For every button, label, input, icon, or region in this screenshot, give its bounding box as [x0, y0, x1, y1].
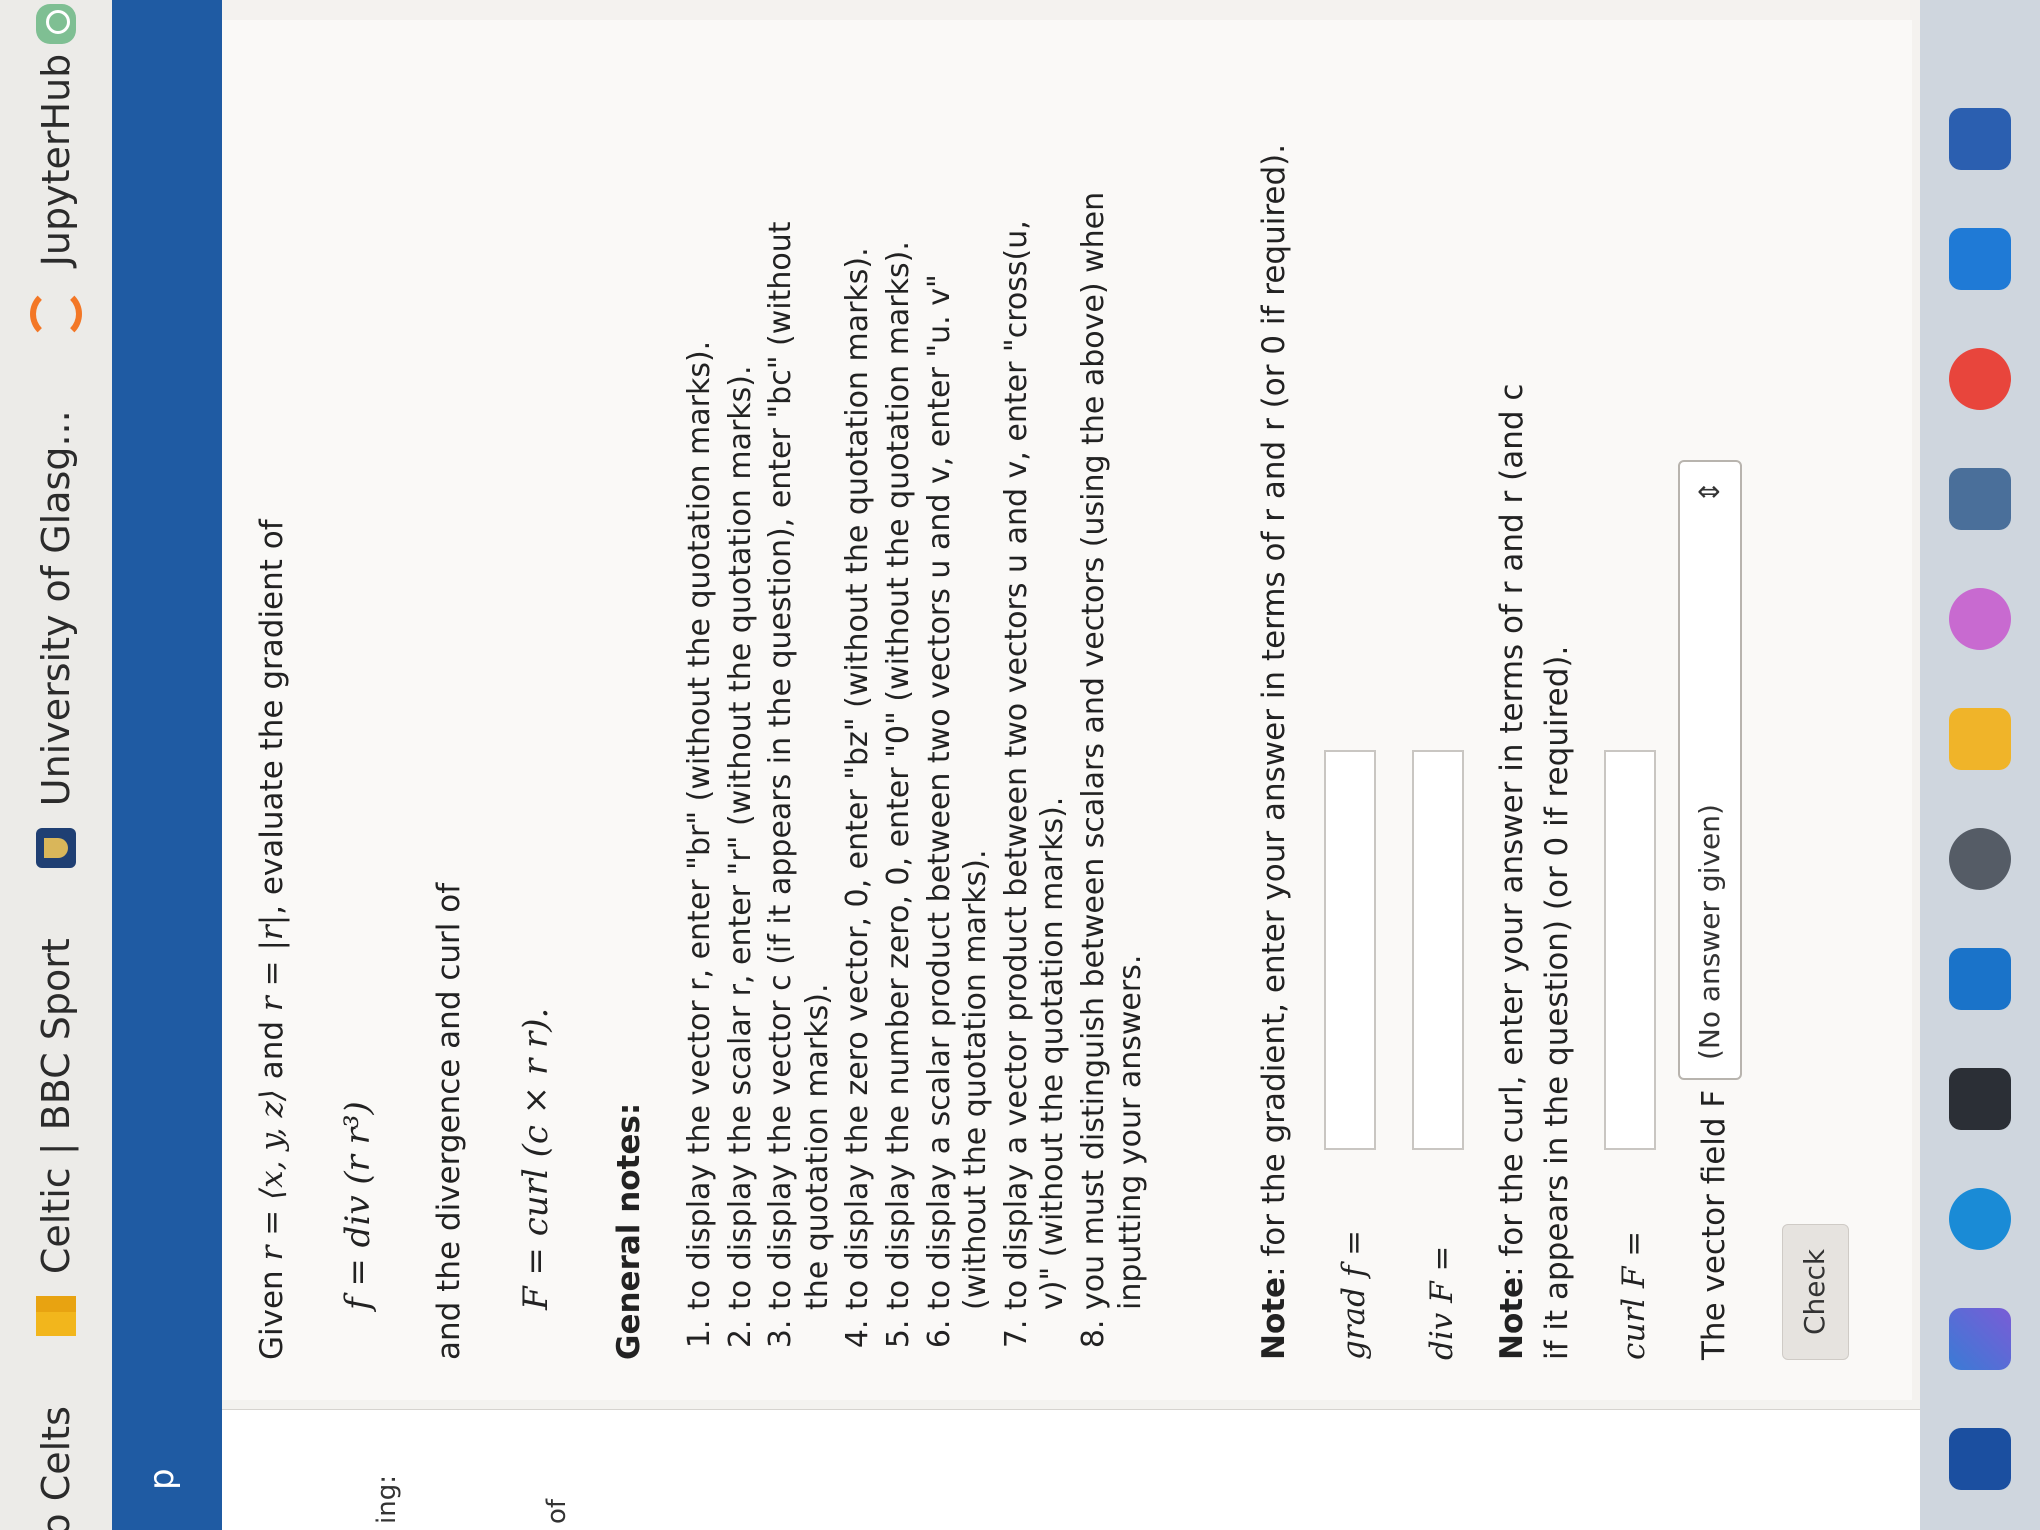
intro-text: , evaluate the gradient of — [254, 519, 290, 915]
vector-field-label: The vector field F is — [1696, 1055, 1732, 1360]
list-item: to display the vector c (if it appears i… — [763, 180, 836, 1310]
divergence-curl-text: and the divergence and curl of — [431, 882, 467, 1360]
question-card: Given r = ⟨x, y, z⟩ and r = |r|, evaluat… — [222, 20, 1912, 1400]
list-item: to display the scalar r, enter "r" (with… — [723, 180, 760, 1310]
left-sidebar: ing: of — [222, 1409, 1922, 1530]
curl-note: Note: for the curl, enter your answer in… — [1490, 360, 1580, 1360]
sidebar-label: of — [542, 1498, 572, 1524]
vector-field-select[interactable]: (No answer given) ⇕ — [1678, 460, 1742, 1080]
list-item: to display a vector product between two … — [999, 180, 1072, 1310]
copilot-icon[interactable] — [1949, 1308, 2011, 1370]
sidebar-label: ing: — [372, 1475, 402, 1524]
app-l-icon[interactable] — [1949, 1428, 2011, 1490]
F-definition: F = curl (c × r r). — [516, 1007, 556, 1310]
header-fragment: p — [142, 1468, 182, 1490]
bookmark-jupyterhub[interactable]: JupyterHub — [30, 0, 82, 341]
browser-extension-icon[interactable] — [36, 3, 76, 44]
settings-gear-icon[interactable] — [1949, 828, 2011, 890]
general-notes-title: General notes: — [611, 1102, 647, 1360]
store-icon[interactable] — [1949, 1068, 2011, 1130]
taskbar — [1920, 0, 2040, 1530]
course-header-bar: p — [112, 0, 222, 1530]
div-label: div F = — [1424, 1245, 1460, 1360]
calculator-icon[interactable] — [1949, 468, 2011, 530]
div-answer-input[interactable] — [1412, 750, 1464, 1150]
bookmark-label: Celtic | BBC Sport — [34, 938, 78, 1275]
list-item: to display the number zero, 0, enter "0"… — [881, 180, 918, 1310]
f-definition: f = div (r r³) — [338, 1101, 378, 1310]
bookmark-celts[interactable]: eo Celts — [34, 1406, 78, 1530]
note-text: : for the gradient, enter your answer in… — [1256, 143, 1292, 1277]
select-value: (No answer given) — [1692, 804, 1726, 1060]
curl-answer-input[interactable] — [1604, 750, 1656, 1150]
vector-r-definition: r = ⟨x, y, z⟩ — [254, 1089, 290, 1261]
curl-label: curl F = — [1616, 1230, 1652, 1360]
bookmark-university-of-glasgow[interactable]: University of Glasg... — [34, 410, 78, 869]
note-label: Note — [1494, 1276, 1530, 1360]
rotated-screen: eo Celts Celtic | BBC Sport University o… — [0, 0, 2040, 1530]
word-icon[interactable] — [1949, 108, 2011, 170]
edge-icon[interactable] — [1949, 1188, 2011, 1250]
grad-label: grad f = — [1336, 1229, 1372, 1360]
photos-icon[interactable] — [1949, 588, 2011, 650]
note-text: : for the curl, enter your answer in ter… — [1494, 383, 1575, 1360]
mail-icon[interactable] — [1949, 948, 2011, 1010]
chrome-icon[interactable] — [1949, 348, 2011, 410]
bbc-sport-icon — [36, 1296, 76, 1337]
university-crest-icon — [36, 828, 76, 869]
list-item: you must distinguish between scalars and… — [1076, 180, 1149, 1310]
list-item: to display a scalar product between two … — [922, 180, 995, 1310]
note-label: Note — [1256, 1276, 1292, 1360]
scalar-r-definition: r = |r| — [254, 914, 290, 1012]
intro-text: Given — [254, 1270, 290, 1360]
list-item: to display the vector r, enter "br" (wit… — [682, 180, 719, 1310]
gradient-note: Note: for the gradient, enter your answe… — [1252, 144, 1297, 1360]
question-intro: Given r = ⟨x, y, z⟩ and r = |r|, evaluat… — [250, 519, 295, 1360]
sky-icon[interactable] — [1949, 228, 2011, 290]
list-item: to display the zero vector, 0, enter "bz… — [840, 180, 877, 1310]
check-button[interactable]: Check — [1782, 1223, 1849, 1360]
bookmark-label: JupyterHub — [34, 53, 78, 267]
bookmarks-bar: eo Celts Celtic | BBC Sport University o… — [0, 0, 112, 1530]
intro-text: and — [254, 1020, 290, 1080]
bookmark-label: University of Glasg... — [34, 410, 78, 807]
jupyter-icon — [30, 288, 82, 341]
bookmark-bbc-sport[interactable]: Celtic | BBC Sport — [34, 938, 78, 1337]
bookmark-label: eo Celts — [34, 1406, 78, 1530]
file-explorer-icon[interactable] — [1949, 708, 2011, 770]
grad-answer-input[interactable] — [1324, 750, 1376, 1150]
chevron-updown-icon: ⇕ — [1692, 480, 1726, 504]
general-notes-list: to display the vector r, enter "br" (wit… — [682, 180, 1153, 1360]
